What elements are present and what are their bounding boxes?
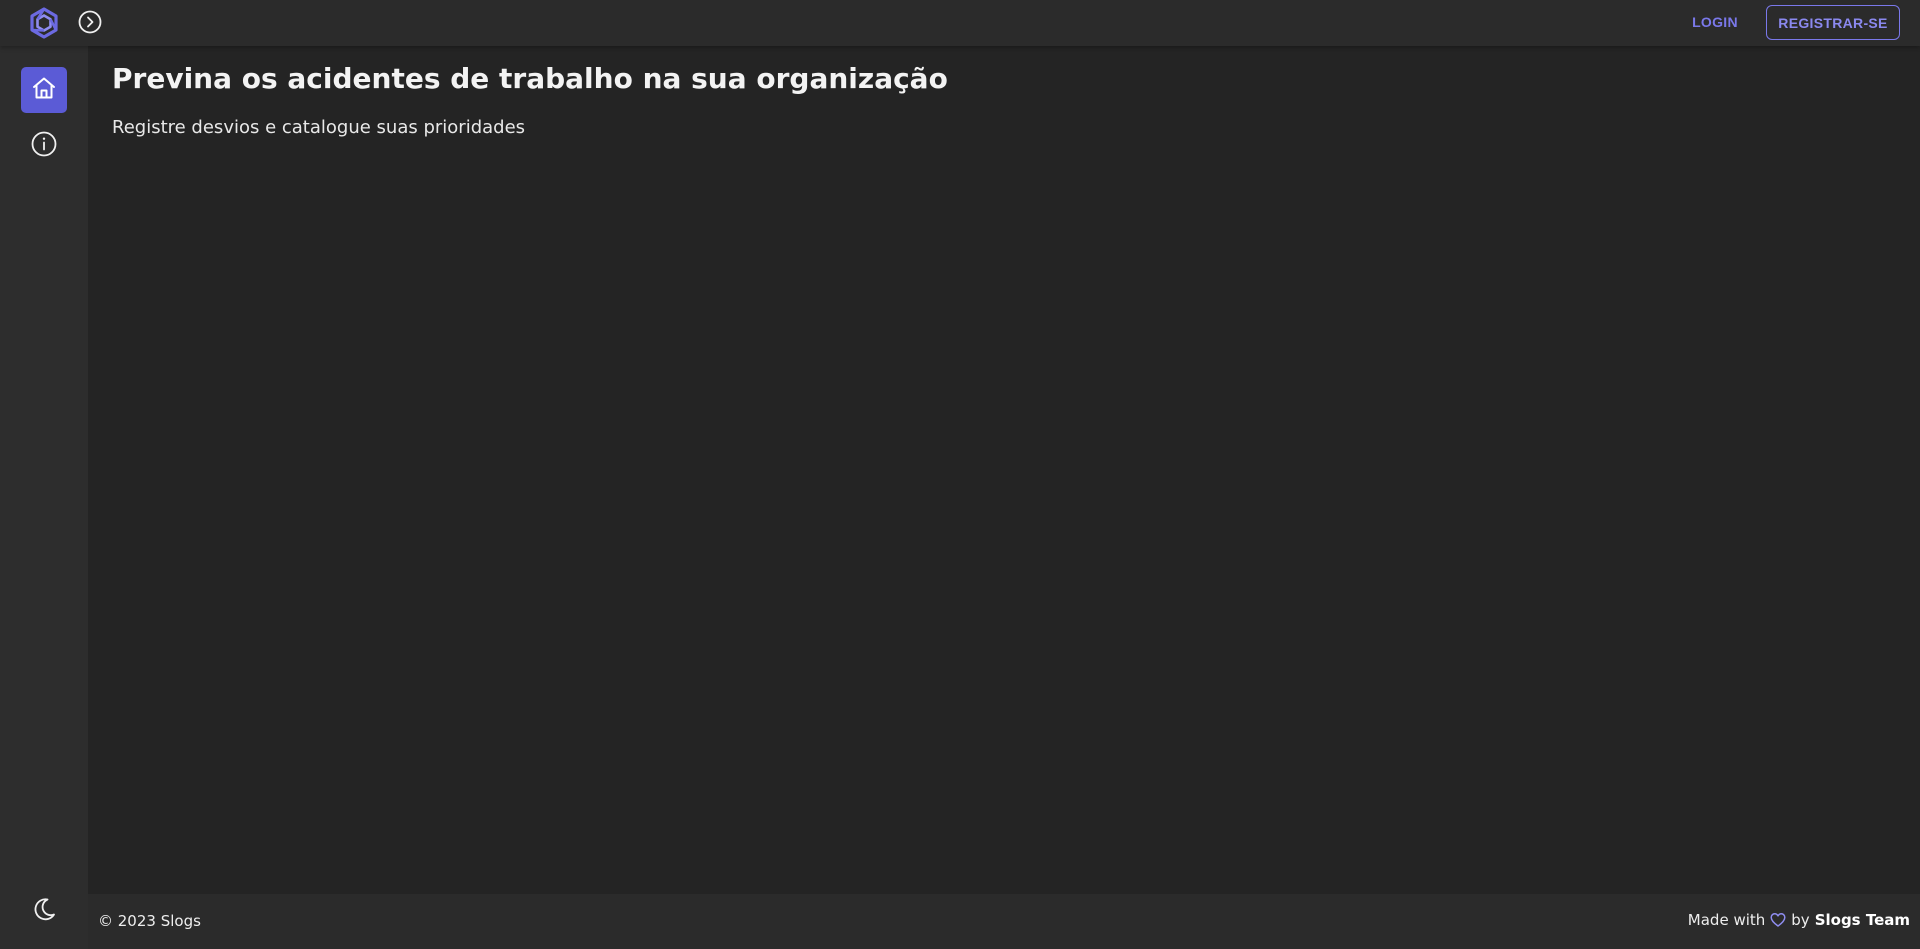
made-with-by: by: [1791, 911, 1810, 929]
theme-toggle-button[interactable]: [27, 894, 61, 928]
top-bar: LOGIN REGISTRAR-SE: [0, 0, 1920, 46]
made-with-credit: Made with by Slogs Team: [1688, 911, 1910, 929]
slogs-logo-icon[interactable]: [27, 6, 61, 40]
made-with-prefix: Made with: [1687, 911, 1766, 929]
expand-sidebar-button[interactable]: [77, 9, 103, 35]
sidebar-item-info[interactable]: [21, 123, 67, 169]
chevron-right-circle-icon: [77, 10, 103, 39]
heart-icon: [1770, 912, 1786, 928]
login-button[interactable]: LOGIN: [1682, 9, 1748, 35]
home-icon: [30, 74, 58, 106]
info-icon: [30, 130, 58, 162]
main-content: Previna os acidentes de trabalho na sua …: [88, 46, 1920, 894]
sidebar-item-home[interactable]: [21, 67, 67, 113]
footer: © 2023 Slogs Made with by Slogs Team: [88, 894, 1920, 949]
sidebar: [0, 46, 88, 949]
team-name: Slogs Team: [1814, 911, 1910, 929]
page-title: Previna os acidentes de trabalho na sua …: [112, 62, 948, 95]
register-button[interactable]: REGISTRAR-SE: [1766, 5, 1900, 40]
page-subtitle: Registre desvios e catalogue suas priori…: [112, 117, 526, 138]
copyright-text: © 2023 Slogs: [98, 912, 201, 930]
moon-icon: [30, 895, 58, 927]
